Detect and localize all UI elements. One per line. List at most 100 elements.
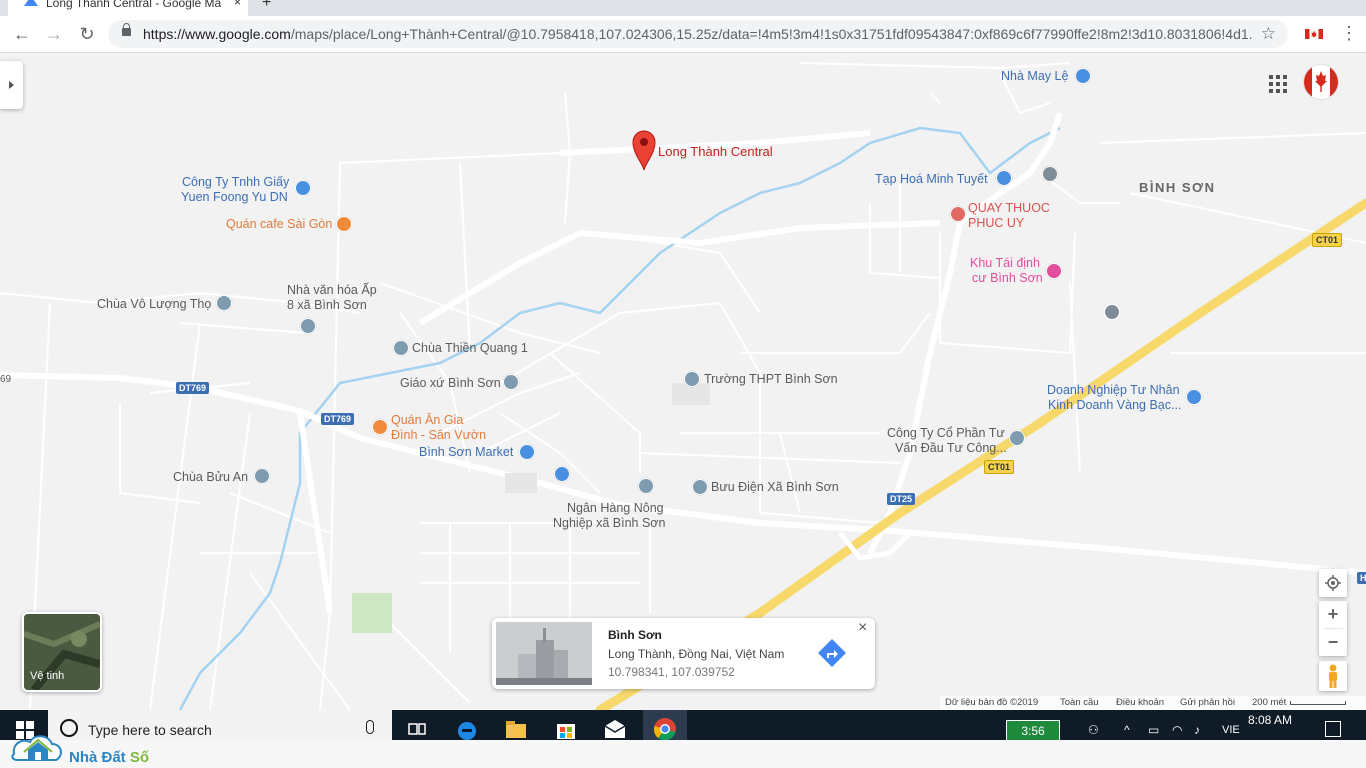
- poi-nha-may-le[interactable]: Nhà May Lệ: [1001, 69, 1068, 84]
- info-card-close-button[interactable]: ×: [858, 619, 867, 637]
- poi-cong-ty-giay-line2[interactable]: Yuen Foong Yu DN: [181, 190, 288, 205]
- side-panel-toggle-button[interactable]: [0, 61, 23, 109]
- reload-icon[interactable]: ↻: [77, 24, 97, 44]
- scale-label[interactable]: 200 mét: [1252, 697, 1286, 708]
- poi-chua-thien-quang[interactable]: Chùa Thiền Quang 1: [412, 341, 528, 356]
- map-pin-icon[interactable]: [632, 129, 656, 171]
- canada-flag-extension-icon[interactable]: [1305, 25, 1323, 43]
- global-link[interactable]: Toàn cầu: [1060, 697, 1099, 708]
- place-thumbnail[interactable]: [496, 622, 592, 685]
- battery-icon[interactable]: ▭: [1148, 723, 1159, 737]
- post-office-icon[interactable]: [692, 479, 708, 495]
- poi-nha-van-hoa[interactable]: Nhà văn hóa Ấp: [287, 283, 377, 298]
- poi-quan-cafe[interactable]: Quán cafe Sài Gòn: [226, 217, 332, 232]
- zoom-in-button[interactable]: +: [1319, 601, 1347, 628]
- poi-dn-tu-nhan-line2[interactable]: Kinh Doanh Vàng Bạc...: [1048, 398, 1181, 413]
- poi-truong-thpt[interactable]: Trường THPT Bình Sơn: [704, 372, 838, 387]
- poi-cong-ty-cp-line2[interactable]: Vấn Đầu Tư Công...: [895, 441, 1007, 456]
- map-canvas[interactable]: Long Thành Central BÌNH SƠN 69 Nhà May L…: [0, 53, 1366, 710]
- temple-icon[interactable]: [393, 340, 409, 356]
- battery-status[interactable]: 3:56: [1006, 720, 1060, 740]
- poi-chua-vo-luong-tho[interactable]: Chùa Vô Lượng Thọ: [97, 297, 211, 312]
- market-icon[interactable]: [519, 444, 535, 460]
- forward-arrow-icon[interactable]: →: [44, 24, 64, 44]
- taskbar-search-placeholder: Type here to search: [88, 722, 212, 738]
- poi-dn-tu-nhan[interactable]: Doanh Nghiệp Tư Nhân: [1047, 383, 1180, 398]
- shop-icon[interactable]: [996, 170, 1012, 186]
- chrome-taskbar-button[interactable]: [643, 710, 687, 740]
- poi-buu-dien[interactable]: Bưu Điện Xã Bình Sơn: [711, 480, 839, 495]
- taskbar-clock[interactable]: 8:08 AM: [1240, 713, 1300, 727]
- street-view-pegman[interactable]: [1319, 661, 1347, 691]
- road-shield-dt769: DT769: [321, 413, 355, 425]
- bookmark-star-icon[interactable]: ☆: [1261, 24, 1276, 44]
- browser-tab[interactable]: Long Thành Central - Google Ma ×: [8, 0, 248, 16]
- my-location-button[interactable]: [1319, 569, 1347, 597]
- temple-icon[interactable]: [216, 295, 232, 311]
- store-icon[interactable]: [555, 718, 577, 740]
- mail-icon[interactable]: [604, 718, 626, 740]
- place-marker-icon[interactable]: [1103, 303, 1121, 321]
- watermark-brand-accent: Số: [129, 749, 150, 766]
- address-bar[interactable]: https://www.google.com/maps/place/Long+T…: [108, 20, 1288, 48]
- poi-cong-ty-giay[interactable]: Công Ty Tnhh Giấy: [182, 175, 289, 190]
- volume-icon[interactable]: ♪: [1194, 723, 1200, 737]
- satellite-layer-button[interactable]: Vệ tinh: [22, 612, 102, 692]
- show-hidden-icons[interactable]: ^: [1124, 723, 1130, 737]
- google-apps-icon[interactable]: [1269, 75, 1287, 93]
- poi-khu-tai-dinh-cu[interactable]: Khu Tái định: [970, 256, 1040, 271]
- selected-place-label[interactable]: Long Thành Central: [658, 144, 773, 159]
- people-icon[interactable]: ⚇: [1088, 723, 1099, 737]
- restaurant-icon[interactable]: [372, 419, 388, 435]
- terms-link[interactable]: Điều khoản: [1116, 697, 1164, 708]
- edge-road-label: 69: [0, 374, 12, 385]
- back-arrow-icon[interactable]: ←: [12, 24, 32, 44]
- temple-icon[interactable]: [254, 468, 270, 484]
- language-indicator[interactable]: VIE: [1222, 724, 1240, 736]
- zoom-out-button[interactable]: −: [1319, 629, 1347, 656]
- account-avatar[interactable]: [1304, 65, 1338, 99]
- poi-tap-hoa[interactable]: Tạp Hoá Minh Tuyết: [875, 172, 988, 187]
- microphone-icon[interactable]: [366, 720, 374, 734]
- task-view-icon[interactable]: [406, 718, 428, 740]
- taskbar-search-input[interactable]: Type here to search: [48, 710, 392, 740]
- edge-browser-icon[interactable]: [456, 718, 478, 740]
- poi-nha-van-hoa-line2[interactable]: 8 xã Bình Sơn: [287, 298, 367, 313]
- poi-binh-son-market[interactable]: Bình Sơn Market: [419, 445, 513, 460]
- poi-quan-an-line2[interactable]: Đình - Sân Vườn: [391, 428, 486, 443]
- poi-quay-thuoc-line2[interactable]: PHUC UY: [968, 216, 1024, 231]
- tab-close-button[interactable]: ×: [234, 0, 241, 9]
- zoom-controls: + −: [1319, 601, 1347, 656]
- shop-icon[interactable]: [295, 180, 311, 196]
- shop-icon[interactable]: [554, 466, 570, 482]
- url-text[interactable]: https://www.google.com/maps/place/Long+T…: [143, 26, 1253, 42]
- community-center-icon[interactable]: [300, 318, 316, 334]
- place-icon[interactable]: [1042, 166, 1058, 182]
- shop-icon[interactable]: [1186, 389, 1202, 405]
- poi-ngan-hang-line2[interactable]: Nghiệp xã Bình Sơn: [553, 516, 665, 531]
- poi-ngan-hang[interactable]: Ngân Hàng Nông: [567, 501, 664, 516]
- directions-icon[interactable]: [815, 638, 849, 668]
- shop-icon[interactable]: [1075, 68, 1091, 84]
- church-icon[interactable]: [503, 374, 519, 390]
- pharmacy-icon[interactable]: [950, 206, 966, 222]
- file-explorer-icon[interactable]: [505, 718, 527, 740]
- poi-chua-buu-an[interactable]: Chùa Bửu An: [173, 470, 248, 485]
- notifications-icon[interactable]: [1325, 721, 1341, 737]
- office-icon[interactable]: [1009, 430, 1025, 446]
- feedback-link[interactable]: Gửi phản hồi: [1180, 697, 1235, 708]
- poi-giao-xu[interactable]: Giáo xứ Bình Sơn: [400, 376, 501, 391]
- poi-khu-tai-dinh-cu-line2[interactable]: cư Bình Sơn: [972, 271, 1043, 286]
- poi-quan-an[interactable]: Quán Ăn Gia: [391, 413, 463, 428]
- map-attribution: Dữ liệu bản đồ ©2019 Toàn cầu Điều khoản…: [940, 696, 1366, 710]
- residential-icon[interactable]: [1046, 263, 1062, 279]
- cafe-icon[interactable]: [336, 216, 352, 232]
- place-info-card[interactable]: Bình Sơn Long Thành, Đồng Nai, Việt Nam …: [492, 618, 875, 689]
- new-tab-button[interactable]: +: [262, 0, 271, 12]
- bank-icon[interactable]: [638, 478, 654, 494]
- school-icon[interactable]: [684, 371, 700, 387]
- browser-menu-icon[interactable]: ⋮: [1340, 23, 1358, 43]
- poi-quay-thuoc[interactable]: QUAY THUOC: [968, 201, 1050, 216]
- wifi-icon[interactable]: ◠: [1172, 723, 1182, 737]
- poi-cong-ty-cp[interactable]: Công Ty Cổ Phần Tư: [887, 426, 1005, 441]
